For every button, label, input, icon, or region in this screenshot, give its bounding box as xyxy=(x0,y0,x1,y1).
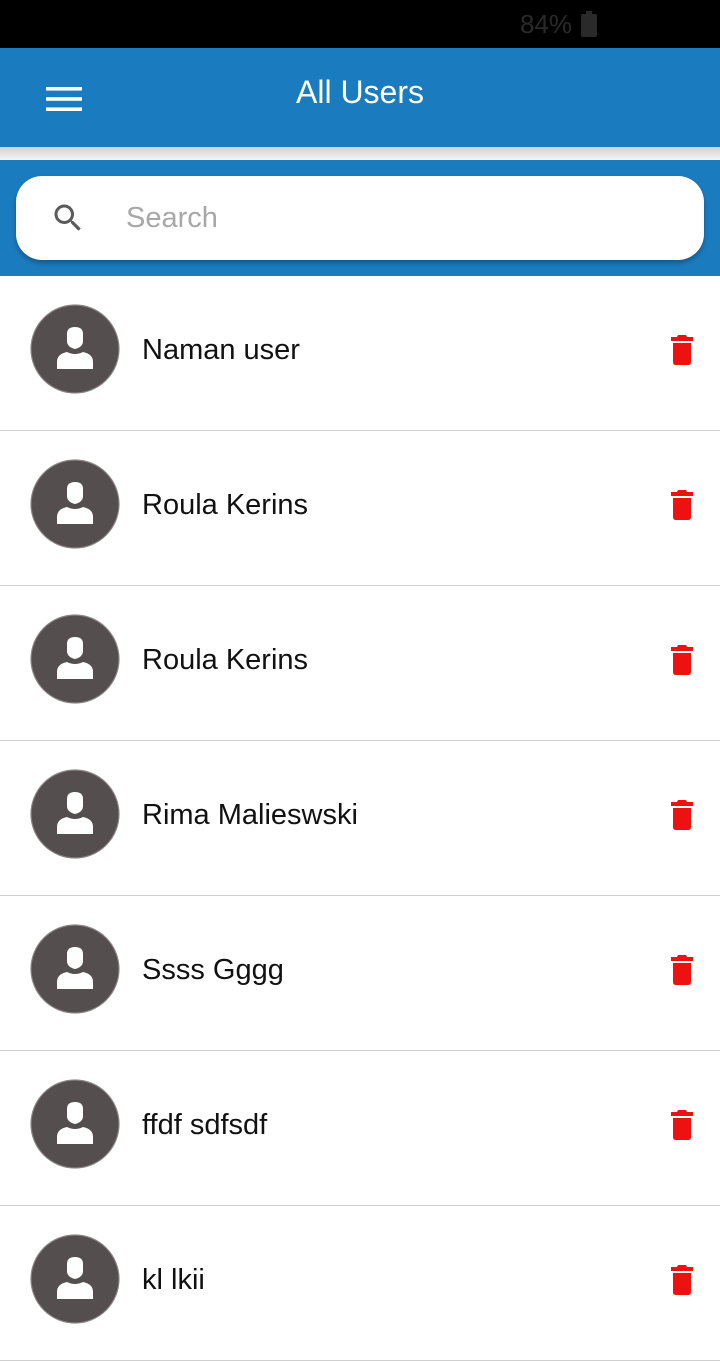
user-name: Rima Malieswski xyxy=(142,799,358,831)
app-bar: All Users xyxy=(0,48,720,147)
delete-user-button[interactable] xyxy=(658,481,706,529)
user-avatar-icon xyxy=(30,614,120,704)
search-box[interactable] xyxy=(16,176,704,260)
battery-percentage: 84% xyxy=(519,9,572,39)
user-name: Ssss Gggg xyxy=(142,954,284,986)
user-name: Naman user xyxy=(142,334,300,366)
delete-user-button[interactable] xyxy=(658,946,706,994)
trash-icon xyxy=(671,1110,693,1140)
list-item[interactable]: Roula Kerins xyxy=(0,586,720,741)
list-item[interactable]: Naman user xyxy=(0,276,720,431)
search-input[interactable] xyxy=(126,194,676,242)
user-avatar-icon xyxy=(30,924,120,1014)
trash-icon xyxy=(671,955,693,985)
list-item[interactable]: Roula Kerins xyxy=(0,431,720,586)
page-title: All Users xyxy=(295,74,424,110)
battery-icon xyxy=(581,11,597,37)
user-avatar-icon xyxy=(30,769,120,859)
trash-icon xyxy=(671,490,693,520)
trash-icon xyxy=(671,645,693,675)
user-avatar-icon xyxy=(30,459,120,549)
user-avatar-icon xyxy=(30,1079,120,1169)
user-avatar-icon xyxy=(30,1234,120,1324)
trash-icon xyxy=(671,335,693,365)
user-name: ffdf sdfsdf xyxy=(142,1109,268,1141)
delete-user-button[interactable] xyxy=(658,791,706,839)
delete-user-button[interactable] xyxy=(658,326,706,374)
trash-icon xyxy=(671,1265,693,1295)
delete-user-button[interactable] xyxy=(658,636,706,684)
delete-user-button[interactable] xyxy=(658,1101,706,1149)
user-name: kl lkii xyxy=(142,1264,205,1296)
list-item[interactable]: Rima Malieswski xyxy=(0,741,720,896)
list-item[interactable]: kl lkii xyxy=(0,1206,720,1361)
status-bar: 84% xyxy=(0,0,720,48)
search-icon xyxy=(54,204,81,231)
user-name: Roula Kerins xyxy=(142,489,309,521)
list-item[interactable]: Ssss Gggg xyxy=(0,896,720,1051)
app-bar-shadow xyxy=(0,147,720,160)
list-item[interactable]: ffdf sdfsdf xyxy=(0,1051,720,1206)
user-list: Naman user Roula Kerins Roula Kerins Rim… xyxy=(0,276,720,1361)
delete-user-button[interactable] xyxy=(658,1256,706,1304)
user-avatar-icon xyxy=(30,304,120,394)
user-name: Roula Kerins xyxy=(142,644,309,676)
search-bar-container xyxy=(0,160,720,276)
trash-icon xyxy=(671,800,693,830)
